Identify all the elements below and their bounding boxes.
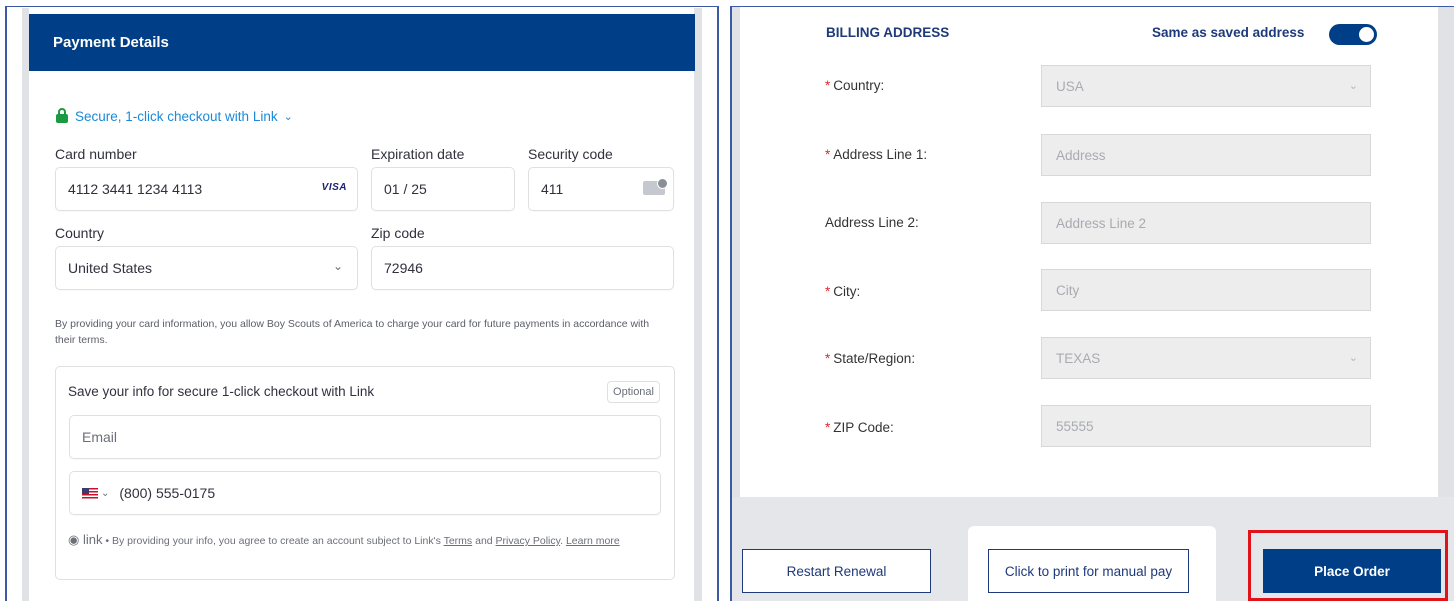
phone-value: (800) 555-0175 — [119, 485, 216, 501]
billing-country-label: * Country: — [825, 78, 885, 93]
zip-code-label: Zip code — [371, 225, 425, 241]
optional-badge: Optional — [607, 381, 660, 403]
card-number-value: 4112 3441 1234 4113 — [68, 181, 203, 197]
link-checkout-label: Secure, 1-click checkout with Link — [75, 108, 278, 124]
billing-country-value: USA — [1056, 78, 1084, 94]
expiration-value: 01 / 25 — [384, 181, 427, 197]
card-number-input[interactable]: 4112 3441 1234 4113 VISA — [55, 167, 358, 211]
visa-icon: VISA — [321, 182, 347, 193]
zip-code-value: 72946 — [384, 260, 423, 276]
billing-address2-input[interactable]: Address Line 2 — [1041, 202, 1371, 244]
zip-code-input[interactable]: 72946 — [371, 246, 674, 290]
email-field[interactable]: Email — [69, 415, 661, 459]
link-privacy-link[interactable]: Privacy Policy — [496, 535, 561, 547]
card-authorization-text: By providing your card information, you … — [55, 318, 650, 346]
billing-address-title: BILLING ADDRESS — [826, 25, 950, 40]
billing-address2-label: Address Line 2: — [825, 215, 919, 230]
chevron-down-icon: ⌄ — [332, 259, 343, 273]
panel-border-top — [5, 6, 718, 7]
billing-state-value: TEXAS — [1056, 350, 1101, 366]
security-code-value: 411 — [541, 181, 564, 197]
link-save-info-box: Save your info for secure 1-click checko… — [55, 366, 675, 580]
link-legal-text: ◉ link • By providing your info, you agr… — [68, 532, 620, 547]
place-order-button[interactable]: Place Order — [1263, 549, 1441, 593]
chevron-down-icon: ⌄ — [283, 110, 293, 123]
country-label: Country — [55, 225, 105, 241]
billing-country-select[interactable]: USA ⌄ — [1041, 65, 1371, 107]
panel-gutter-right — [694, 8, 702, 601]
billing-zip-value: 55555 — [1056, 418, 1094, 434]
email-placeholder: Email — [82, 429, 118, 445]
save-info-title: Save your info for secure 1-click checko… — [68, 384, 375, 399]
expiration-label: Expiration date — [371, 146, 465, 162]
country-value: United States — [68, 260, 153, 276]
toggle-knob — [1359, 27, 1374, 42]
phone-country-picker[interactable]: ⌄ — [82, 487, 110, 499]
billing-zip-input[interactable]: 55555 — [1041, 405, 1371, 447]
billing-address1-placeholder: Address — [1056, 147, 1106, 163]
billing-address1-input[interactable]: Address — [1041, 134, 1371, 176]
restart-renewal-button[interactable]: Restart Renewal — [742, 549, 931, 593]
link-learn-more-link[interactable]: Learn more — [566, 535, 620, 547]
phone-field[interactable]: ⌄ (800) 555-0175 — [69, 471, 661, 515]
billing-address1-label: * Address Line 1: — [825, 147, 928, 162]
payment-details-title: Payment Details — [53, 34, 169, 51]
same-address-toggle[interactable] — [1329, 24, 1377, 45]
billing-state-select[interactable]: TEXAS ⌄ — [1041, 337, 1371, 379]
expiration-input[interactable]: 01 / 25 — [371, 167, 515, 211]
chevron-down-icon: ⌄ — [1348, 80, 1358, 92]
print-manual-pay-button[interactable]: Click to print for manual pay — [988, 549, 1189, 593]
billing-address2-placeholder: Address Line 2 — [1056, 215, 1147, 231]
billing-city-placeholder: City — [1056, 282, 1080, 298]
billing-city-input[interactable]: City — [1041, 269, 1371, 311]
panel-border-left — [5, 6, 7, 601]
panel-border-right — [717, 6, 719, 601]
security-code-label: Security code — [528, 146, 613, 162]
lock-icon — [55, 108, 69, 124]
panel-border-top — [730, 6, 1454, 7]
chevron-down-icon: ⌄ — [1348, 352, 1358, 364]
country-select[interactable]: United States ⌄ — [55, 246, 358, 290]
billing-zip-label: * ZIP Code: — [825, 420, 894, 435]
panel-gutter-left — [22, 8, 29, 601]
cvc-card-icon — [643, 178, 668, 195]
payment-details-header: Payment Details — [29, 14, 695, 71]
panel-gutter-right — [1438, 7, 1454, 497]
panel-gutter-left — [732, 7, 740, 497]
billing-city-label: * City: — [825, 284, 861, 299]
card-number-label: Card number — [55, 146, 137, 162]
billing-state-label: * State/Region: — [825, 351, 916, 366]
chevron-down-icon: ⌄ — [101, 487, 110, 499]
us-flag-icon — [82, 487, 98, 499]
link-checkout-toggle[interactable]: Secure, 1-click checkout with Link ⌄ — [55, 108, 293, 124]
same-address-label: Same as saved address — [1152, 25, 1305, 40]
link-logo-icon: ◉ link — [68, 532, 103, 547]
security-code-input[interactable]: 411 — [528, 167, 674, 211]
link-terms-link[interactable]: Terms — [444, 535, 473, 547]
